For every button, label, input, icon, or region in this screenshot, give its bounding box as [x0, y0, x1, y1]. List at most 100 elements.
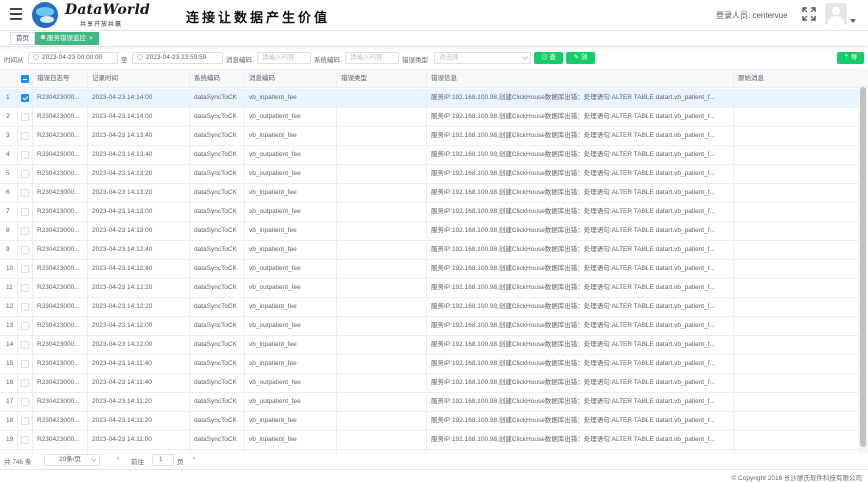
table-row[interactable]: 12 R230423000... 2023-04-23 14:12:20 dataSy… — [0, 298, 858, 317]
table-row[interactable]: 20 R230423000...2023-04-23 14:11:00dataSy… — [0, 450, 858, 453]
table-row[interactable]: 18 R230423000... 2023-04-23 14:11:20 dataSy… — [0, 412, 858, 431]
table-row[interactable]: 14 R230423000... 2023-04-23 14:12:00 dataSy… — [0, 336, 858, 355]
table-row[interactable]: 19 R230423000... 2023-04-23 14:11:00 dataSy… — [0, 431, 858, 450]
next-page-button[interactable]: › — [193, 455, 195, 462]
cell-sys-code: dataSyncToCK — [190, 165, 245, 183]
total-count: 共 746 条 — [4, 459, 32, 466]
cell-log-id: R230423000... — [33, 203, 88, 221]
cell-raw-msg — [734, 260, 858, 278]
to-label: 至 — [121, 57, 128, 64]
cell-sys-code: dataSyncToCK — [190, 108, 245, 126]
cell-sys-code: dataSyncToCK — [190, 431, 245, 449]
row-index: 9 — [0, 241, 18, 259]
table-row[interactable]: 16 R230423000... 2023-04-23 14:11:40 dataSy… — [0, 374, 858, 393]
row-checkbox[interactable] — [21, 284, 29, 292]
cell-record-time: 2023-04-23 14:13:40 — [88, 146, 190, 164]
tags-view: 首页 服务错误监控 × — [0, 30, 868, 47]
row-checkbox[interactable] — [21, 208, 29, 216]
start-time-picker[interactable]: 2023-04-23 00:00:00 — [28, 52, 118, 64]
row-checkbox[interactable] — [21, 151, 29, 159]
header-record-time[interactable]: 记录时间 — [88, 70, 190, 88]
row-checkbox[interactable] — [21, 246, 29, 254]
cell-msg-code: vb_inpatient_fee — [245, 89, 337, 107]
row-checkbox[interactable] — [21, 341, 29, 349]
cell-record-time: 2023-04-23 14:12:40 — [88, 241, 190, 259]
err-type-placeholder: 请选择 — [439, 54, 459, 61]
table-row[interactable]: 7 R230423000... 2023-04-23 14:13:00 dataSyn… — [0, 203, 858, 222]
row-checkbox[interactable] — [21, 227, 29, 235]
cell-record-time: 2023-04-23 14:13:40 — [88, 127, 190, 145]
header-raw-msg[interactable]: 原始消息 — [734, 70, 858, 88]
row-checkbox[interactable] — [21, 360, 29, 368]
table-row[interactable]: 6 R230423000... 2023-04-23 14:13:20 dataSyn… — [0, 184, 858, 203]
table-row[interactable]: 15 R230423000... 2023-04-23 14:11:40 dataSy… — [0, 355, 858, 374]
row-checkbox[interactable] — [21, 398, 29, 406]
end-time-picker[interactable]: 2023-04-23 23:59:59 — [132, 52, 223, 64]
scrollbar-thumb[interactable] — [860, 87, 866, 447]
table-row[interactable]: 1 R230423000... 2023-04-23 14:14:00 dataSyn… — [0, 89, 858, 108]
row-index: 15 — [0, 355, 18, 373]
select-all-checkbox[interactable] — [21, 75, 29, 83]
cell-sys-code: dataSyncToCK — [190, 317, 245, 335]
row-checkbox[interactable] — [21, 303, 29, 311]
tab-home[interactable]: 首页 — [10, 32, 35, 45]
row-checkbox[interactable] — [21, 113, 29, 121]
page-size-select[interactable]: 20条/页 — [44, 454, 100, 466]
row-checkbox[interactable] — [21, 322, 29, 330]
avatar[interactable] — [825, 3, 847, 25]
sys-code-input[interactable]: 请输入内容 — [345, 52, 399, 64]
browse-button[interactable]: ✎ 浏览 — [566, 52, 595, 71]
vertical-scrollbar[interactable] — [858, 87, 868, 453]
row-checkbox[interactable] — [21, 379, 29, 387]
table-row[interactable]: 13 R230423000... 2023-04-23 14:12:00 dataSy… — [0, 317, 858, 336]
row-select-cell — [18, 336, 33, 354]
row-checkbox[interactable] — [21, 436, 29, 444]
fullscreen-icon[interactable] — [802, 7, 816, 21]
hamburger-icon[interactable] — [10, 8, 24, 20]
tab-service-error-monitor[interactable]: 服务错误监控 × — [35, 32, 99, 45]
cell-sys-code: dataSyncToCK — [190, 355, 245, 373]
table-row[interactable]: 11 R230423000... 2023-04-23 14:12:20 dataSy… — [0, 279, 858, 298]
header-sys-code[interactable]: 系统编码 — [190, 70, 245, 88]
row-checkbox[interactable] — [21, 265, 29, 273]
table-row[interactable]: 17 R230423000... 2023-04-23 14:11:20 dataSy… — [0, 393, 858, 412]
cell-record-time: 2023-04-23 14:14:00 — [88, 108, 190, 126]
cell-raw-msg — [734, 298, 858, 316]
edit-icon: ✎ — [573, 54, 581, 61]
header-log-id[interactable]: 错误日志号 — [33, 70, 88, 88]
row-checkbox[interactable] — [21, 132, 29, 140]
table-row[interactable]: 10 R230423000... 2023-04-23 14:12:40 dataSy… — [0, 260, 858, 279]
close-icon[interactable]: × — [89, 35, 93, 42]
table-row[interactable]: 3 R230423000... 2023-04-23 14:13:40 dataSyn… — [0, 127, 858, 146]
header-select-all[interactable] — [18, 70, 33, 88]
row-select-cell — [18, 374, 33, 392]
table-row[interactable]: 9 R230423000... 2023-04-23 14:12:40 dataSyn… — [0, 241, 858, 260]
chevron-down-icon[interactable] — [850, 19, 856, 23]
row-checkbox[interactable] — [21, 94, 29, 102]
page-input[interactable]: 1 — [152, 454, 174, 466]
err-type-select[interactable]: 请选择 — [434, 52, 531, 64]
header-err-info[interactable]: 错误信息 — [427, 70, 734, 88]
export-button[interactable]: ⇡ 导出 — [837, 52, 864, 71]
cell-err-info: 服务IP:192.168.100.98,创建ClickHouse数据库出错：处理… — [427, 165, 734, 183]
cell-err-type — [337, 393, 427, 411]
table-row[interactable]: 2 R230423000... 2023-04-23 14:14:00 dataSyn… — [0, 108, 858, 127]
prev-page-button[interactable]: ‹ — [117, 455, 119, 462]
table-row[interactable]: 8 R230423000... 2023-04-23 14:13:00 dataSyn… — [0, 222, 858, 241]
row-checkbox[interactable] — [21, 189, 29, 197]
msg-code-input[interactable]: 请输入内容 — [257, 52, 311, 64]
row-checkbox[interactable] — [21, 417, 29, 425]
cell-raw-msg — [734, 89, 858, 107]
cell-log-id: R230423000... — [33, 222, 88, 240]
cell-err-info: 服务IP:192.168.100.98,创建ClickHouse数据库出错：处理… — [427, 393, 734, 411]
header-err-type[interactable]: 错误类型 — [337, 70, 427, 88]
table-row[interactable]: 5 R230423000... 2023-04-23 14:13:20 dataSyn… — [0, 165, 858, 184]
row-checkbox[interactable] — [21, 170, 29, 178]
cell-sys-code: dataSyncToCK — [190, 222, 245, 240]
query-button[interactable]: ⊙ 查询 — [534, 52, 563, 71]
footer: © Copyright 2016 长沙廖氏软件科技有限公司 — [0, 469, 868, 482]
table-row[interactable]: 4 R230423000... 2023-04-23 14:13:40 dataSyn… — [0, 146, 858, 165]
header-msg-code[interactable]: 消息编码 — [245, 70, 337, 88]
cell-sys-code: dataSyncToCK — [190, 241, 245, 259]
page-size-value: 20条/页 — [59, 456, 82, 463]
